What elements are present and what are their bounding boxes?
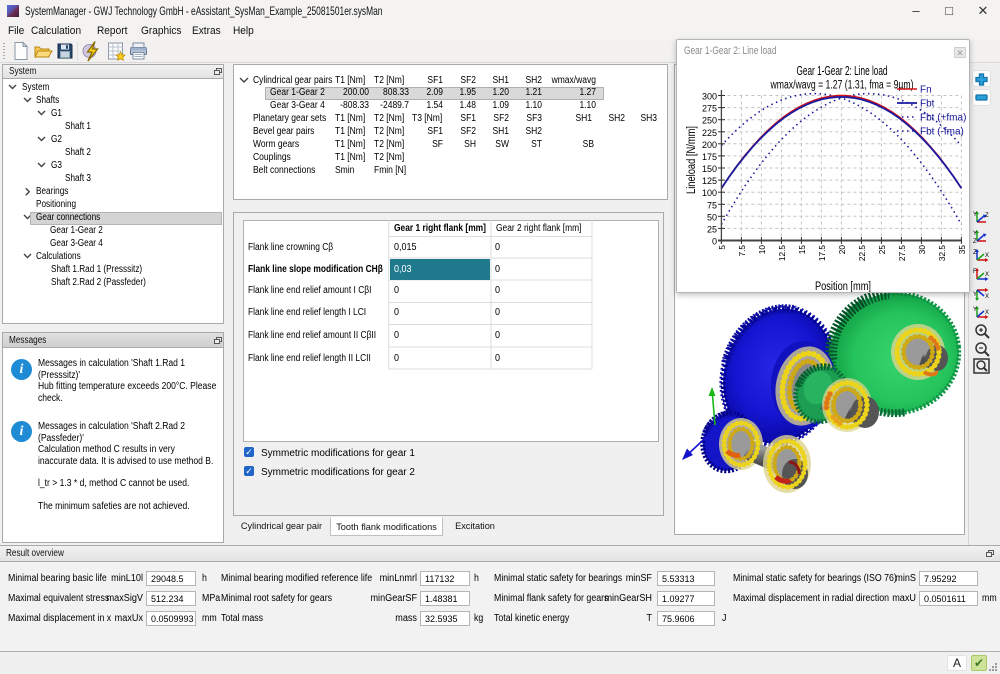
svg-text:Position [mm]: Position [mm] (815, 281, 871, 292)
svg-text:X: X (985, 294, 989, 300)
svg-text:250: 250 (702, 116, 717, 126)
svg-text:12.5: 12.5 (777, 245, 787, 262)
svg-text:150: 150 (702, 164, 717, 174)
svg-text:5: 5 (717, 245, 727, 250)
svg-text:32.5: 32.5 (937, 245, 947, 262)
svg-text:300: 300 (702, 92, 717, 102)
svg-text:wmax/wavg = 1.27 (1.31, fma =: wmax/wavg = 1.27 (1.31, fma = 9µm) (770, 80, 914, 92)
svg-text:50: 50 (707, 212, 717, 222)
svg-text:X: X (985, 310, 989, 316)
svg-text:25: 25 (877, 245, 887, 255)
svg-text:Fbt (-fma): Fbt (-fma) (920, 127, 964, 138)
svg-text:225: 225 (702, 128, 717, 138)
svg-text:17.5: 17.5 (817, 245, 827, 262)
svg-text:175: 175 (702, 152, 717, 162)
svg-text:100: 100 (702, 188, 717, 198)
svg-text:Gear 1-Gear 2: Line load: Gear 1-Gear 2: Line load (797, 64, 888, 78)
svg-text:15: 15 (797, 245, 807, 255)
svg-text:10: 10 (757, 245, 767, 255)
svg-text:Z: Z (973, 239, 977, 245)
svg-text:Z: Z (973, 250, 977, 256)
svg-text:Fn: Fn (920, 85, 932, 96)
svg-text:Y: Y (973, 292, 977, 298)
svg-text:125: 125 (702, 176, 717, 186)
svg-text:Fbt: Fbt (920, 99, 935, 110)
svg-text:7.5: 7.5 (737, 245, 747, 257)
svg-text:22.5: 22.5 (857, 245, 867, 262)
svg-text:Y: Y (973, 231, 977, 237)
svg-text:Fbt (+fma): Fbt (+fma) (920, 113, 966, 124)
svg-text:200: 200 (702, 140, 717, 150)
svg-text:275: 275 (702, 104, 717, 114)
svg-text:35: 35 (957, 245, 967, 255)
svg-text:F: F (973, 269, 977, 275)
svg-text:Y: Y (973, 307, 977, 313)
svg-text:75: 75 (707, 200, 717, 210)
svg-text:Z: Z (985, 213, 989, 219)
svg-text:X: X (985, 272, 989, 278)
svg-text:20: 20 (837, 245, 847, 255)
svg-text:0: 0 (712, 237, 717, 247)
svg-text:Y: Y (973, 212, 977, 218)
svg-text:27.5: 27.5 (897, 245, 907, 262)
svg-text:Lineload [N/mm]: Lineload [N/mm] (686, 126, 698, 194)
svg-text:25: 25 (707, 224, 717, 234)
svg-text:X: X (985, 253, 989, 259)
svg-text:30: 30 (917, 245, 927, 255)
